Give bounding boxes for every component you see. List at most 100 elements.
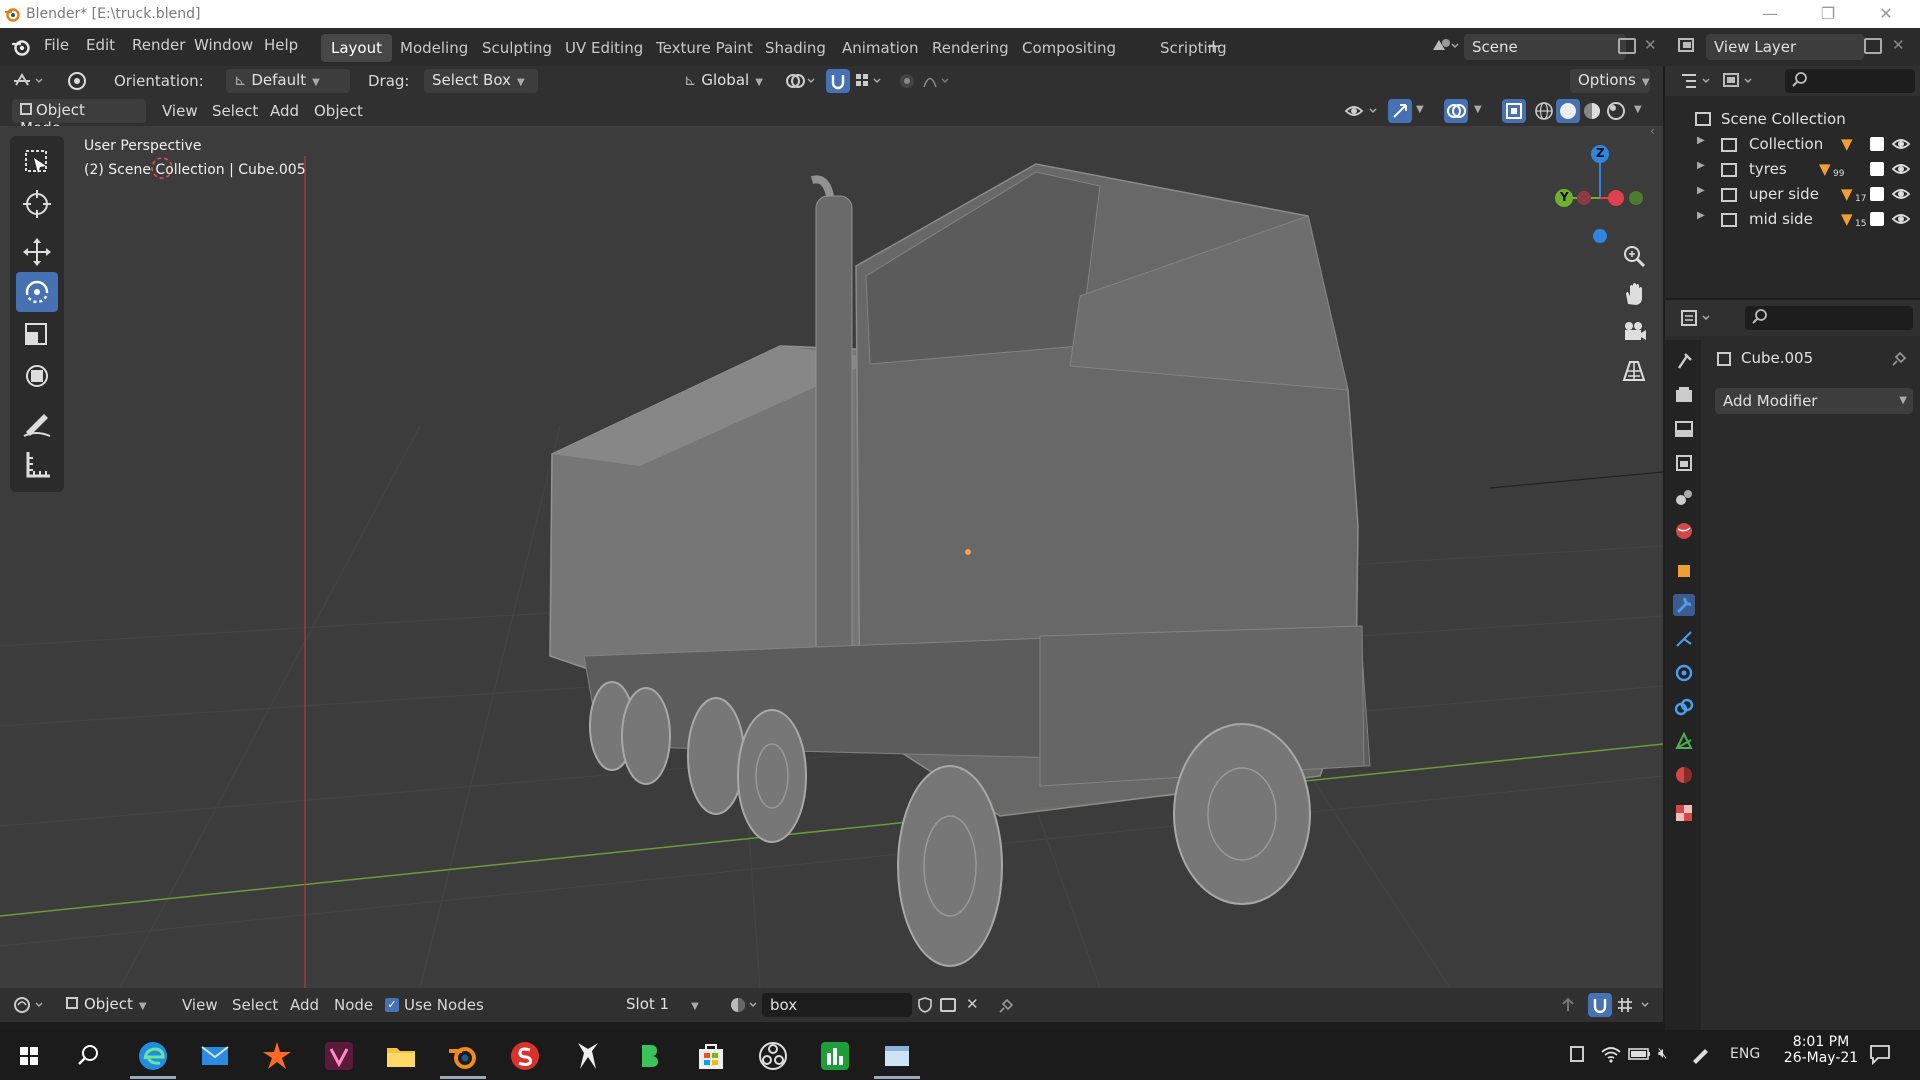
parent-node-tree-icon[interactable] (1558, 995, 1578, 1015)
fake-user-shield-icon[interactable] (916, 996, 934, 1014)
expand-arrow-icon[interactable]: ▶ (1697, 160, 1705, 171)
scene-selector-icon[interactable] (1430, 36, 1460, 56)
tab-compositing[interactable]: Compositing (1012, 34, 1126, 62)
rotate-tool[interactable] (16, 272, 58, 312)
proportional-editing-icon[interactable] (898, 72, 950, 90)
minimize-icon[interactable]: — (1760, 4, 1780, 24)
visibility-selectability-icon[interactable] (1344, 101, 1380, 121)
drag-dropdown[interactable]: Select Box ▼ (424, 69, 538, 93)
store-icon[interactable] (694, 1039, 728, 1073)
notification-tray-icon[interactable] (1570, 1046, 1584, 1062)
snap-element-icon[interactable] (1616, 996, 1656, 1014)
outliner-item-tyres[interactable]: ▶ tyres ▼ 99 (1665, 158, 1920, 183)
exclude-checkbox[interactable] (1870, 137, 1884, 151)
tab-uv-editing[interactable]: UV Editing (555, 34, 653, 62)
tab-sculpting[interactable]: Sculpting (472, 34, 562, 62)
shading-solid-icon[interactable] (1556, 99, 1580, 123)
tab-shading[interactable]: Shading (755, 34, 836, 62)
visibility-eye-icon[interactable] (1891, 135, 1911, 153)
properties-editor-type-icon[interactable] (1679, 308, 1715, 328)
obs-icon[interactable] (756, 1039, 790, 1073)
exclude-checkbox[interactable] (1870, 162, 1884, 176)
visibility-eye-icon[interactable] (1891, 160, 1911, 178)
exclude-checkbox[interactable] (1870, 187, 1884, 201)
shading-rendered-icon[interactable] (1604, 99, 1628, 123)
tab-rendering[interactable]: Rendering (922, 34, 1019, 62)
unlink-material-icon[interactable]: ✕ (966, 995, 979, 1013)
scene-name-field[interactable]: Scene (1464, 34, 1626, 60)
active-tool-icon[interactable] (64, 69, 90, 93)
menu-view[interactable]: View (162, 102, 198, 120)
pan-hand-icon[interactable] (1620, 280, 1648, 308)
app-b-icon[interactable] (632, 1039, 666, 1073)
navigation-gizmo[interactable]: Z Y (1540, 136, 1650, 246)
blender-taskbar-icon[interactable] (446, 1039, 480, 1073)
language-indicator[interactable]: ENG (1730, 1046, 1760, 1062)
material-slot-dropdown[interactable]: Slot 1 ▼ (618, 993, 714, 1017)
battery-icon[interactable] (1628, 1046, 1652, 1062)
render-tab-icon[interactable] (1673, 384, 1695, 406)
material-browse-icon[interactable] (728, 995, 762, 1015)
shader-menu-select[interactable]: Select (232, 996, 278, 1014)
particles-tab-icon[interactable] (1673, 628, 1695, 650)
expand-arrow-icon[interactable]: ▶ (1697, 135, 1705, 146)
action-center-icon[interactable] (1868, 1042, 1892, 1066)
app-window-icon[interactable] (880, 1039, 914, 1073)
shading-wireframe-icon[interactable] (1532, 99, 1556, 123)
options-dropdown[interactable]: Options ▼ (1570, 69, 1650, 93)
material-tab-icon[interactable] (1673, 764, 1695, 786)
transform-tool[interactable] (16, 356, 58, 396)
shading-dropdown-icon[interactable]: ▼ (1634, 104, 1642, 115)
app-s-icon[interactable] (508, 1039, 542, 1073)
pin-icon[interactable] (1891, 349, 1909, 367)
view-layer-tab-icon[interactable] (1673, 452, 1695, 474)
menu-help[interactable]: Help (264, 36, 306, 54)
world-tab-icon[interactable] (1673, 520, 1695, 542)
volume-muted-icon[interactable]: 🔇︎ (1658, 1044, 1667, 1062)
gizmo-dropdown-icon[interactable]: ▼ (1416, 104, 1424, 115)
output-tab-icon[interactable] (1673, 418, 1695, 440)
add-modifier-dropdown[interactable]: Add Modifier ▼ (1715, 388, 1913, 414)
3d-viewport[interactable]: User Perspective (2) Scene Collection | … (0, 126, 1663, 988)
menu-add[interactable]: Add (270, 102, 299, 120)
properties-search-input[interactable] (1745, 306, 1913, 330)
clock[interactable]: 8:01 PM 26-May-21 (1780, 1034, 1862, 1066)
tab-animation[interactable]: Animation (832, 34, 928, 62)
menu-select[interactable]: Select (212, 102, 258, 120)
object-mode-dropdown[interactable]: Object Mode▼ (12, 99, 146, 137)
network-icon[interactable] (1600, 1044, 1622, 1064)
outliner-item-uper-side[interactable]: ▶ uper side ▼ 17 (1665, 183, 1920, 208)
data-tab-icon[interactable] (1673, 730, 1695, 752)
constraints-tab-icon[interactable] (1673, 696, 1695, 718)
cursor-tool[interactable] (16, 184, 58, 224)
tab-texture-paint[interactable]: Texture Paint (646, 34, 763, 62)
view-layer-icon[interactable] (1676, 36, 1704, 56)
display-mode-icon[interactable] (1721, 71, 1757, 91)
pin-icon[interactable] (998, 996, 1016, 1014)
object-tab-icon[interactable] (1673, 560, 1695, 582)
add-workspace-button[interactable]: + (1196, 31, 1231, 59)
restore-icon[interactable]: ❐ (1818, 4, 1838, 24)
app-v-icon[interactable] (322, 1039, 356, 1073)
annotate-tool[interactable] (16, 402, 58, 442)
menu-object[interactable]: Object (314, 102, 363, 120)
outliner-editor-type-icon[interactable] (1679, 71, 1715, 91)
menu-edit[interactable]: Edit (86, 36, 118, 54)
shader-menu-add[interactable]: Add (290, 996, 319, 1014)
app-chart-icon[interactable] (818, 1039, 852, 1073)
texture-tab-icon[interactable] (1673, 802, 1695, 824)
transform-orientation-dropdown[interactable]: ⊾ Global ▼ (676, 69, 774, 93)
menu-render[interactable]: Render (132, 36, 194, 54)
visibility-eye-icon[interactable] (1891, 185, 1911, 203)
node-snap-icon[interactable] (1588, 993, 1612, 1017)
gizmo-toggle-icon[interactable] (1388, 99, 1412, 123)
camera-view-icon[interactable] (1620, 318, 1648, 346)
outliner-item-collection[interactable]: ▶ Collection ▼ (1665, 133, 1920, 158)
close-icon[interactable]: ✕ (1876, 4, 1896, 24)
overlays-dropdown-icon[interactable]: ▼ (1474, 104, 1482, 115)
material-name-field[interactable]: box (762, 993, 912, 1017)
tab-layout[interactable]: Layout (321, 34, 392, 62)
measure-tool[interactable] (16, 444, 58, 484)
shader-menu-view[interactable]: View (182, 996, 218, 1014)
outliner-scene-collection[interactable]: Scene Collection (1665, 108, 1920, 133)
